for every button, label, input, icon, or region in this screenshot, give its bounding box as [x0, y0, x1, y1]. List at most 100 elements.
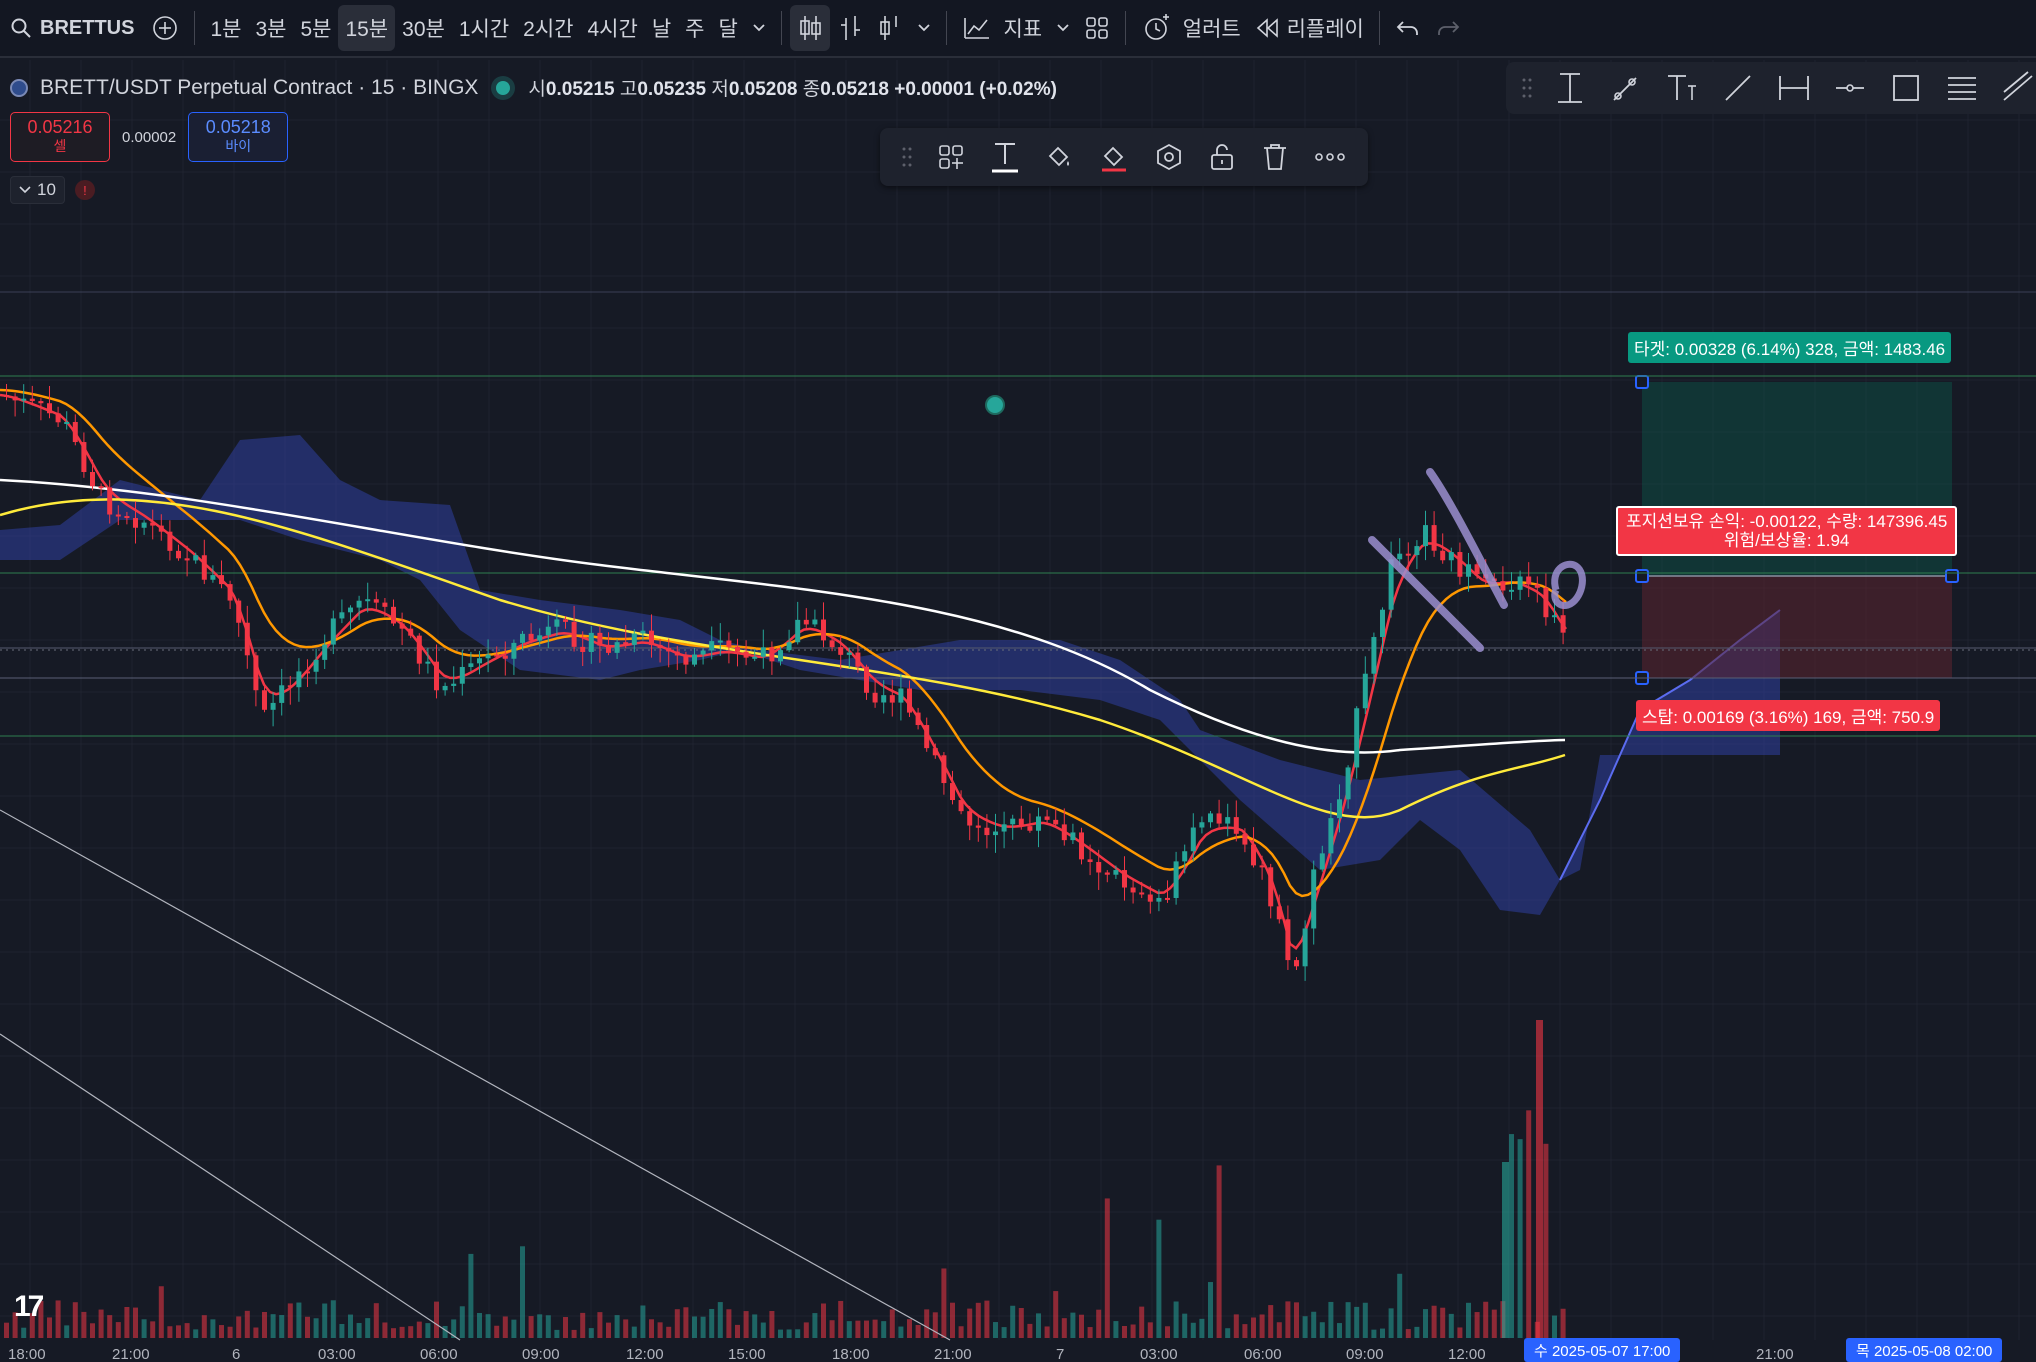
- bars-style-button[interactable]: [830, 5, 870, 51]
- volume-bar: [1190, 1322, 1196, 1338]
- measure-icon[interactable]: [1776, 70, 1812, 106]
- volume-bar: [511, 1319, 517, 1338]
- time-axis[interactable]: 18:00 21:00 6 03:00 06:00 09:00 12:00 15…: [0, 1346, 2036, 1362]
- timeframe-day[interactable]: 날: [645, 5, 678, 51]
- add-symbol-button[interactable]: [144, 5, 186, 51]
- timeframe-15m[interactable]: 15분: [338, 5, 396, 51]
- candle-body: [726, 640, 732, 647]
- volume-bar: [864, 1320, 869, 1338]
- volume-bar: [193, 1329, 199, 1338]
- candle-body: [674, 651, 680, 656]
- volume-bar: [1259, 1314, 1265, 1338]
- candle-body: [313, 659, 319, 672]
- volume-bar: [1079, 1314, 1084, 1338]
- buy-button[interactable]: 0.05218 바이: [188, 112, 289, 162]
- trash-icon[interactable]: [1261, 142, 1289, 172]
- handle-icon: [1635, 375, 1649, 389]
- timeframe-5m[interactable]: 5분: [293, 5, 338, 51]
- indicators-dropdown[interactable]: [1049, 5, 1077, 51]
- text-note-icon[interactable]: [1664, 70, 1700, 106]
- candle-body: [1311, 869, 1317, 929]
- trend-line-icon[interactable]: [1720, 70, 1756, 106]
- replay-button[interactable]: 리플레이: [1248, 5, 1371, 51]
- legend-title[interactable]: BRETT/USDT Perpetual Contract · 15 · BIN…: [40, 76, 478, 100]
- pitchfork-icon[interactable]: [2000, 70, 2036, 106]
- layout-button[interactable]: [1077, 5, 1117, 51]
- lock-icon[interactable]: [1208, 142, 1236, 172]
- volume-bar: [322, 1303, 328, 1338]
- visibility-icon[interactable]: [1154, 142, 1184, 172]
- chart-type-dropdown[interactable]: [910, 5, 938, 51]
- alert-button[interactable]: 얼러트: [1134, 5, 1248, 51]
- indicators-button[interactable]: 지표: [955, 5, 1049, 51]
- redo-button[interactable]: [1428, 5, 1468, 51]
- cursor-text-icon[interactable]: [1552, 70, 1588, 106]
- candle-body: [769, 647, 775, 662]
- candle-body: [1345, 767, 1351, 800]
- volume-bar: [72, 1302, 78, 1338]
- time-tick: 09:00: [522, 1346, 560, 1362]
- target-label[interactable]: 타겟: 0.00328 (6.14%) 328, 금액: 1483.46: [1628, 332, 1952, 363]
- plus-circle-icon: [153, 16, 178, 40]
- candle-body: [1388, 559, 1394, 610]
- border-color-icon[interactable]: [1099, 142, 1129, 172]
- timeframe-dropdown[interactable]: [745, 5, 773, 51]
- templates-icon[interactable]: [937, 143, 965, 171]
- timeframe-2h[interactable]: 2시간: [516, 5, 580, 51]
- candles-style-button[interactable]: [789, 5, 830, 51]
- timeframe-30m[interactable]: 30분: [395, 5, 452, 51]
- candle-body: [760, 647, 766, 657]
- candle-body: [872, 692, 878, 703]
- volume-bar: [236, 1316, 242, 1338]
- candle-body: [967, 811, 973, 826]
- text-tool-icon[interactable]: [990, 140, 1020, 174]
- timeframe-4h[interactable]: 4시간: [580, 5, 644, 51]
- symbol-search[interactable]: BRETTUS: [0, 17, 144, 40]
- volume-bar: [1302, 1316, 1308, 1338]
- time-tick: 06:00: [1244, 1346, 1282, 1362]
- warning-icon[interactable]: !: [74, 180, 95, 200]
- volume-bar: [692, 1316, 697, 1338]
- timeframe-1h[interactable]: 1시간: [452, 5, 516, 51]
- candle-body: [55, 413, 61, 423]
- undo-button[interactable]: [1388, 5, 1428, 51]
- timeframe-month[interactable]: 달: [711, 5, 744, 51]
- price-chart[interactable]: [0, 0, 2036, 1362]
- candle-body: [494, 654, 500, 657]
- volume-bar: [1147, 1322, 1153, 1338]
- timeframe-3m[interactable]: 3분: [248, 5, 293, 51]
- volume-bar: [975, 1302, 981, 1338]
- high-label: 고: [619, 79, 638, 100]
- lot-size-row: 10 !: [10, 176, 95, 204]
- fill-color-icon[interactable]: [1044, 142, 1074, 172]
- volume-bar: [640, 1305, 646, 1338]
- risk-reward-text: 위험/보상율: 1.94: [1723, 531, 1850, 550]
- candle-body: [1018, 818, 1024, 827]
- timeframe-week[interactable]: 주: [678, 5, 711, 51]
- chevron-down-icon: [1057, 24, 1069, 32]
- volume-bar: [717, 1302, 723, 1338]
- position-pnl-label[interactable]: 포지션보유 손익: -0.00122, 수량: 147396.45 위험/보상율…: [1616, 506, 1958, 556]
- lot-size-selector[interactable]: 10: [10, 176, 65, 204]
- stop-label[interactable]: 스탑: 0.00169 (3.16%) 169, 금액: 750.9: [1636, 700, 1941, 731]
- chart-type-button[interactable]: [870, 5, 910, 51]
- candle-body: [709, 641, 715, 651]
- redo-icon: [1437, 21, 1460, 35]
- high-value: 0.05235: [637, 79, 707, 100]
- horizontal-ray-icon[interactable]: [1832, 70, 1868, 106]
- drag-handle-icon[interactable]: [1522, 77, 1532, 99]
- alarm-marker-icon[interactable]: [985, 395, 1005, 415]
- volume-bar: [821, 1303, 826, 1338]
- volume-bar: [674, 1309, 680, 1338]
- rectangle-icon[interactable]: [1888, 70, 1924, 106]
- pen-icon[interactable]: [1608, 70, 1644, 106]
- more-icon[interactable]: [1314, 152, 1346, 162]
- list-lines-icon[interactable]: [1944, 70, 1980, 106]
- candle-body: [399, 623, 405, 629]
- candle-body: [236, 600, 242, 623]
- sell-button[interactable]: 0.05216 셀: [10, 112, 110, 162]
- chevron-down-icon: [753, 24, 765, 32]
- drag-handle-icon[interactable]: [902, 146, 912, 168]
- volume-bar: [416, 1321, 422, 1338]
- timeframe-1m[interactable]: 1분: [203, 5, 248, 51]
